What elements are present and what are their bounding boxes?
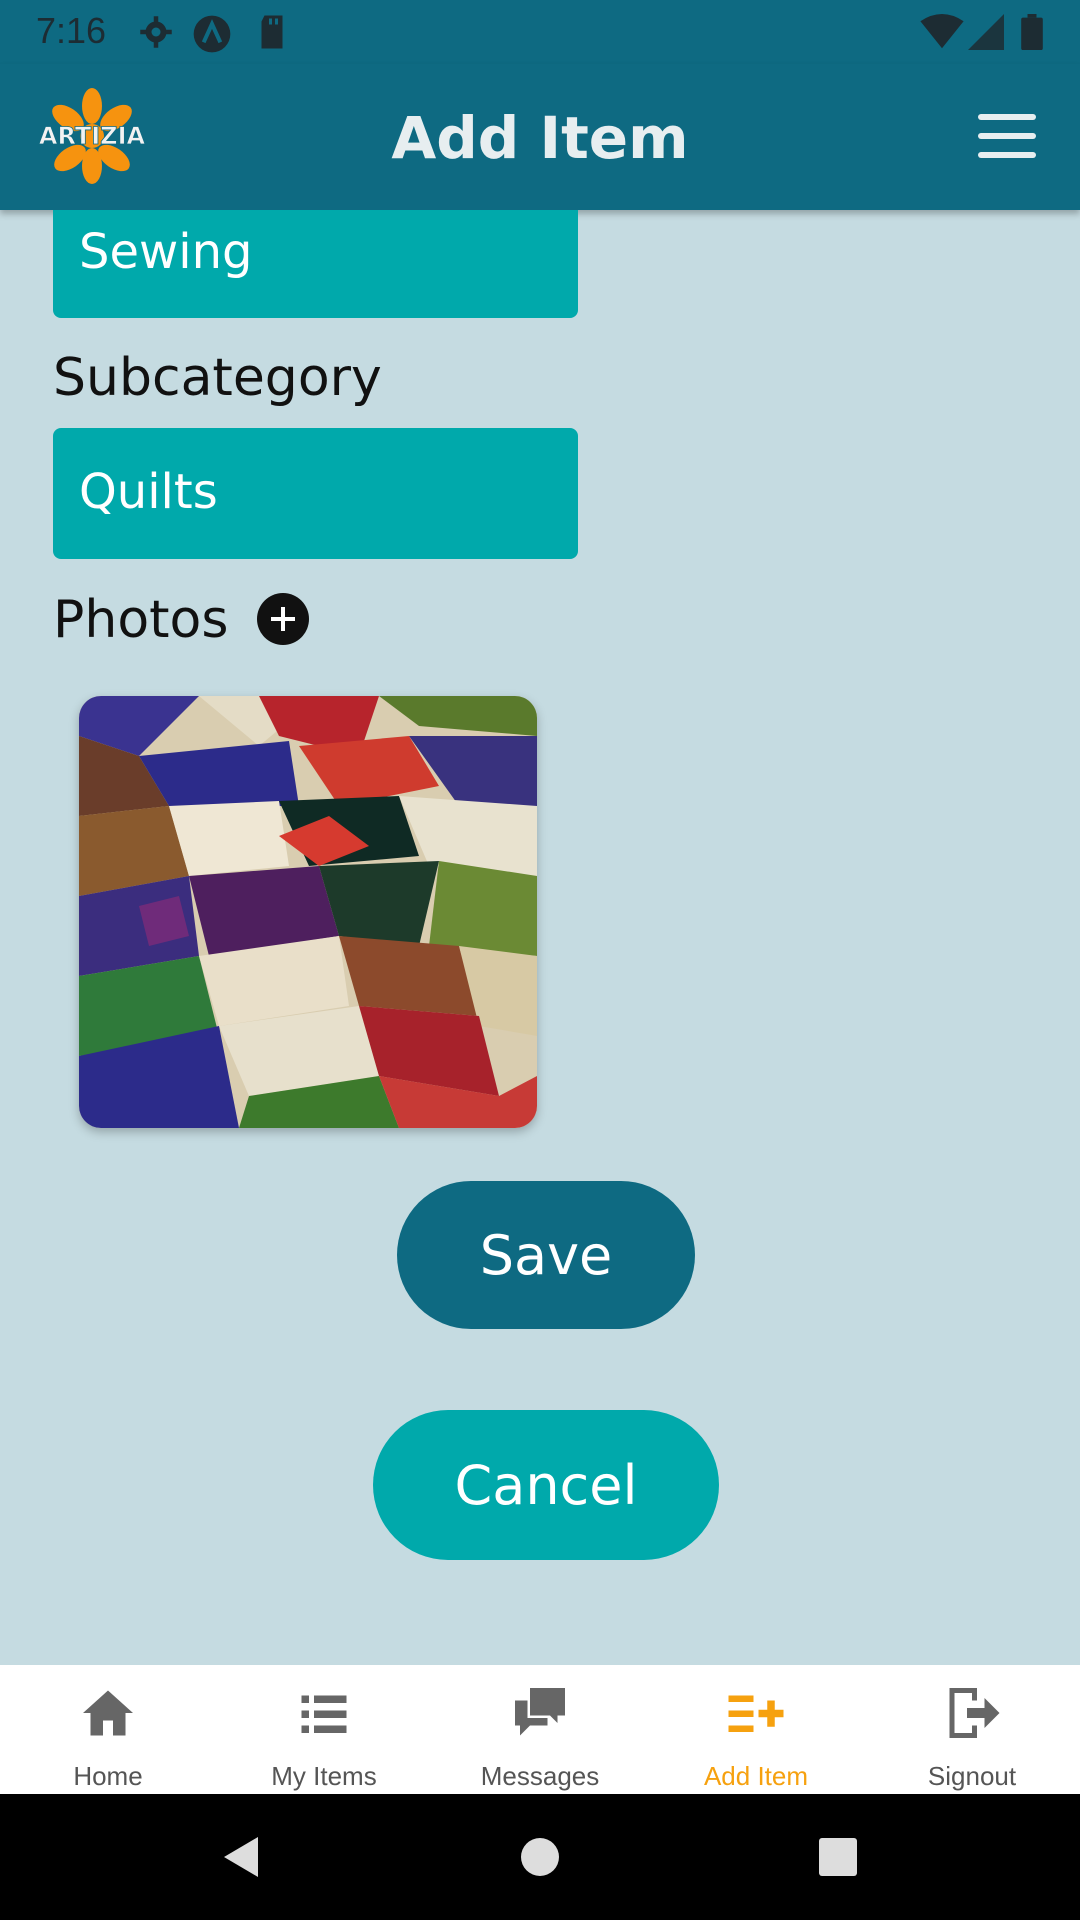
plus-circle-icon[interactable] bbox=[257, 593, 309, 645]
hamburger-menu-icon[interactable] bbox=[978, 114, 1036, 158]
subcategory-label: Subcategory bbox=[53, 348, 382, 408]
cancel-button[interactable]: Cancel bbox=[373, 1410, 719, 1560]
signout-icon bbox=[949, 1688, 1000, 1738]
list-icon bbox=[301, 1695, 347, 1733]
nav-item-signout[interactable]: Signout bbox=[864, 1665, 1080, 1794]
wifi-icon bbox=[920, 14, 964, 49]
nav-item-messages[interactable]: Messages bbox=[432, 1665, 648, 1794]
photo-thumbnail[interactable] bbox=[79, 696, 537, 1128]
subcategory-select[interactable]: Quilts bbox=[53, 428, 578, 559]
category-select[interactable]: Sewing bbox=[53, 210, 578, 318]
nav-label-signout: Signout bbox=[927, 1761, 1017, 1791]
recents-icon[interactable] bbox=[808, 1794, 868, 1920]
messages-icon bbox=[515, 1688, 565, 1736]
status-time: 7:16 bbox=[36, 10, 107, 51]
signal-icon bbox=[968, 14, 1004, 50]
photos-label: Photos bbox=[53, 590, 229, 650]
subcategory-value: Quilts bbox=[79, 464, 218, 520]
nav-item-add-item[interactable]: Add Item bbox=[648, 1665, 864, 1794]
nav-label-home: Home bbox=[73, 1761, 143, 1791]
bottom-nav: Home My Items Messages Add Item Signout bbox=[0, 1665, 1080, 1794]
sd-card-icon bbox=[261, 15, 283, 49]
category-value: Sewing bbox=[79, 224, 253, 280]
nav-item-my-items[interactable]: My Items bbox=[216, 1665, 432, 1794]
nav-item-home[interactable]: Home bbox=[0, 1665, 216, 1794]
nav-label-add-item: Add Item bbox=[703, 1761, 809, 1791]
save-button[interactable]: Save bbox=[397, 1181, 695, 1329]
app-bar: ARTIZIA Add Item bbox=[0, 64, 1080, 210]
battery-icon bbox=[1021, 14, 1043, 50]
back-icon[interactable] bbox=[210, 1794, 270, 1920]
a-icon bbox=[193, 15, 231, 53]
page-title: Add Item bbox=[391, 104, 689, 172]
add-list-icon bbox=[728, 1695, 784, 1732]
home-icon bbox=[83, 1690, 133, 1736]
gear-icon bbox=[140, 16, 172, 48]
nav-label-messages: Messages bbox=[480, 1761, 600, 1791]
system-nav-bar bbox=[0, 1794, 1080, 1920]
nav-label-my-items: My Items bbox=[271, 1761, 377, 1791]
status-bar: 7:16 bbox=[0, 0, 1080, 64]
home-circle-icon[interactable] bbox=[510, 1794, 570, 1920]
